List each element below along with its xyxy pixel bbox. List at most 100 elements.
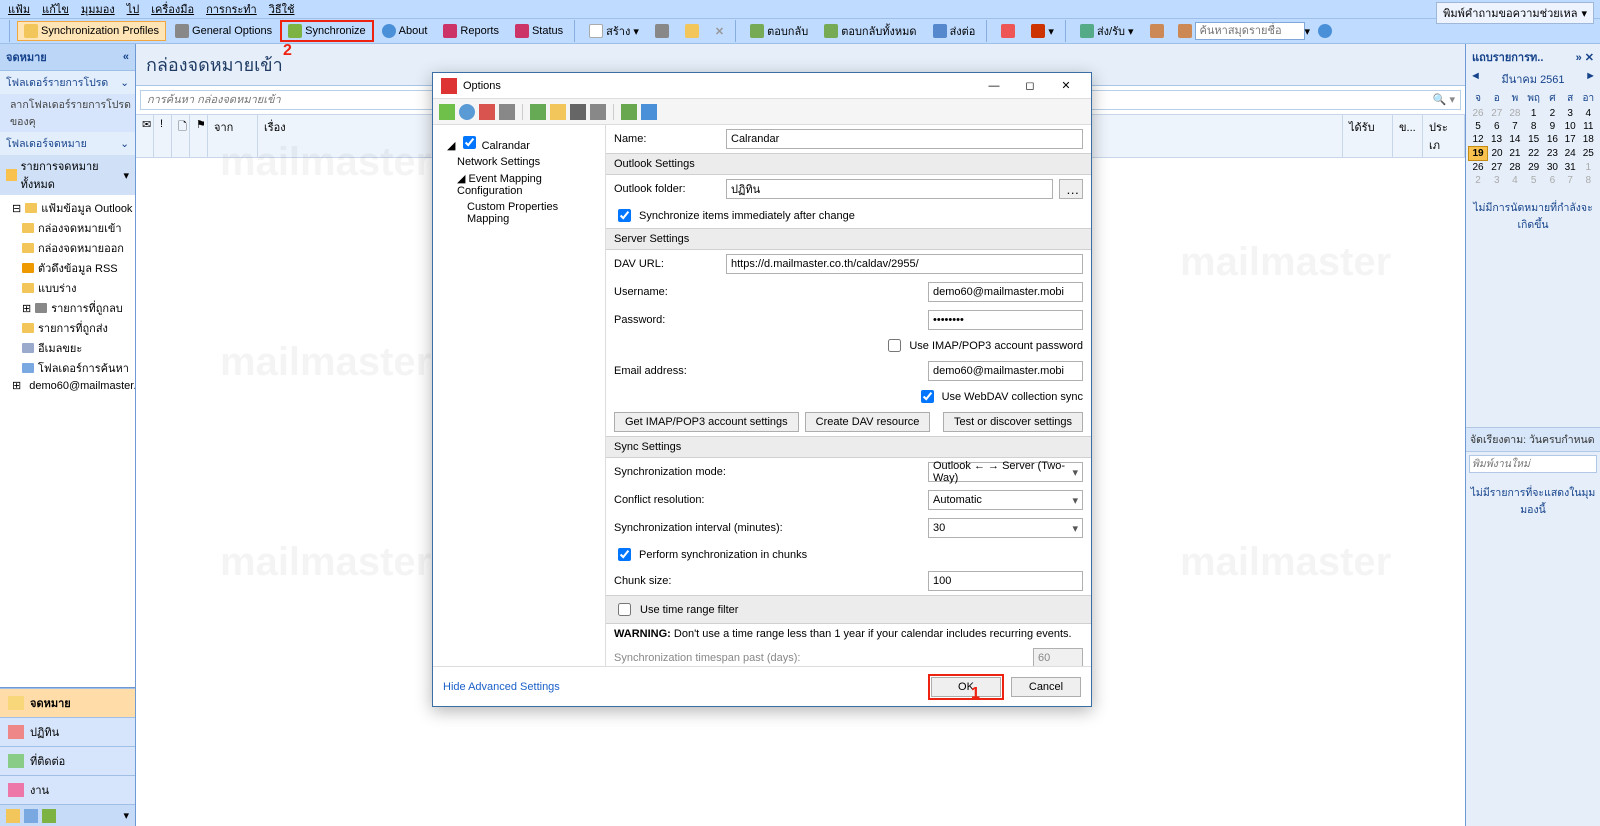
tree-search[interactable]: โฟลเดอร์การค้นหา <box>22 358 133 378</box>
new-task-input[interactable] <box>1469 455 1597 473</box>
tree-inbox[interactable]: กล่องจดหมายเข้า <box>22 218 133 238</box>
username-input[interactable] <box>928 282 1083 302</box>
col-importance[interactable]: ! <box>154 115 172 157</box>
reply-button[interactable]: ตอบกลับ <box>743 19 815 43</box>
forward-button[interactable]: ส่งต่อ <box>926 19 983 43</box>
use-webdav-check[interactable] <box>921 390 934 403</box>
import-icon[interactable] <box>641 104 657 120</box>
window-maximize[interactable]: ◻ <box>1013 76 1047 96</box>
search-icon[interactable]: 🔍 ▾ <box>1433 93 1455 106</box>
help-search-box[interactable]: พิมพ์คำถามขอความช่วยเหล▾ <box>1436 2 1594 24</box>
menu-edit[interactable]: แก้ไข <box>42 0 69 18</box>
menu-go[interactable]: ไป <box>127 0 140 18</box>
col-received[interactable]: ได้รับ <box>1343 115 1393 157</box>
window-minimize[interactable]: — <box>977 76 1011 96</box>
reports-button[interactable]: Reports <box>436 21 506 41</box>
reply-all-button[interactable]: ตอบกลับทั้งหมด <box>817 19 923 43</box>
menu-view[interactable]: มุมมอง <box>81 0 115 18</box>
tree-deleted[interactable]: ⊞ รายการที่ถูกลบ <box>22 298 133 318</box>
nav-tasks[interactable]: งาน <box>0 775 135 804</box>
add-profile-icon[interactable] <box>439 104 455 120</box>
search-button[interactable] <box>1143 21 1171 41</box>
sync-profiles-button[interactable]: Synchronization Profiles <box>17 21 166 41</box>
tree-rss[interactable]: ตัวดึงข้อมูล RSS <box>22 258 133 278</box>
delete-button[interactable]: ✕ <box>708 22 731 41</box>
test-discover-button[interactable]: Test or discover settings <box>943 412 1083 432</box>
categorize-button[interactable] <box>994 21 1022 41</box>
conflict-select[interactable]: Automatic▾ <box>928 490 1083 510</box>
about-button[interactable]: About <box>375 21 435 41</box>
col-from[interactable]: จาก <box>208 115 258 157</box>
tree-sent[interactable]: รายการที่ถูกส่ง <box>22 318 133 338</box>
tree-outlook-data[interactable]: ⊟ แฟ้มข้อมูล Outlook <box>12 198 133 218</box>
create-dav-button[interactable]: Create DAV resource <box>805 412 931 432</box>
mini-calendar[interactable]: จอพพฤศสอา2627281234567891011121314151617… <box>1466 88 1600 189</box>
print-button[interactable] <box>648 21 676 41</box>
nav-calendar[interactable]: ปฏิทิน <box>0 717 135 746</box>
col-size[interactable]: ข... <box>1393 115 1423 157</box>
collapse-icon[interactable]: « <box>123 51 129 63</box>
todo-close[interactable]: ✕ <box>1585 52 1594 64</box>
tree-outbox[interactable]: กล่องจดหมายออก <box>22 238 133 258</box>
task-sort-header[interactable]: จัดเรียงตาม: วันครบกำหนด <box>1466 427 1600 452</box>
export-icon[interactable] <box>621 104 637 120</box>
menu-help[interactable]: วิธีใช้ <box>269 0 295 18</box>
help-button[interactable] <box>1311 21 1339 41</box>
shortcuts-icon[interactable] <box>42 809 56 823</box>
window-close[interactable]: ✕ <box>1049 76 1083 96</box>
add-multi-icon[interactable] <box>459 104 475 120</box>
sync-mode-select[interactable]: Outlook ← → Server (Two-Way)▾ <box>928 462 1083 482</box>
profile-checkbox[interactable] <box>463 136 476 149</box>
cal-prev[interactable]: ◄ <box>1470 70 1481 88</box>
browse-folder-button[interactable]: … <box>1059 179 1083 199</box>
new-button[interactable]: สร้าง ▾ <box>582 19 646 43</box>
synchronize-button[interactable]: Synchronize <box>281 21 373 41</box>
move-button[interactable] <box>678 21 706 41</box>
dav-url-input[interactable] <box>726 254 1083 274</box>
outlook-folder-input[interactable] <box>726 179 1053 199</box>
menu-tools[interactable]: เครื่องมือ <box>151 0 194 18</box>
open-folder-icon[interactable] <box>550 104 566 120</box>
general-options-button[interactable]: General Options <box>168 21 279 41</box>
tree-mapping[interactable]: ◢ Event Mapping Configuration <box>457 170 601 199</box>
tree-drafts[interactable]: แบบร่าง <box>22 278 133 298</box>
col-category[interactable]: ประเภ <box>1423 115 1465 157</box>
col-flag[interactable]: ⚑ <box>190 115 208 157</box>
tree-junk[interactable]: อีเมลขยะ <box>22 338 133 358</box>
nav-overflow[interactable]: ▾ <box>123 809 129 822</box>
tree-custom[interactable]: Custom Properties Mapping <box>467 199 601 227</box>
password-input[interactable] <box>928 310 1083 330</box>
todo-collapse[interactable]: » <box>1576 52 1582 64</box>
use-imap-check[interactable] <box>888 339 901 352</box>
name-input[interactable] <box>726 129 1083 149</box>
nav-contacts[interactable]: ที่ติดต่อ <box>0 746 135 775</box>
nav-mail[interactable]: จดหมาย <box>0 688 135 717</box>
folder-list-icon[interactable] <box>24 809 38 823</box>
use-range-check[interactable] <box>618 603 631 616</box>
sync-immediate-check[interactable] <box>618 209 631 222</box>
copy-icon[interactable] <box>499 104 515 120</box>
menu-file[interactable]: แฟ้ม <box>8 0 30 18</box>
cache-icon[interactable] <box>570 104 586 120</box>
send-receive-button[interactable]: ส่ง/รับ ▾ <box>1073 19 1141 43</box>
ok-button[interactable]: OK <box>931 677 1001 697</box>
tree-network[interactable]: Network Settings <box>457 154 601 170</box>
menu-actions[interactable]: การกระทำ <box>206 0 257 18</box>
col-attach[interactable]: 🗋 <box>172 115 190 157</box>
interval-select[interactable]: 30▾ <box>928 518 1083 538</box>
all-mail-items[interactable]: รายการจดหมายทั้งหมด ▾ <box>0 155 135 195</box>
up-icon[interactable] <box>530 104 546 120</box>
log-icon[interactable] <box>590 104 606 120</box>
status-button[interactable]: Status <box>508 21 570 41</box>
email-input[interactable] <box>928 361 1083 381</box>
chunk-size-input[interactable] <box>928 571 1083 591</box>
cancel-button[interactable]: Cancel <box>1011 677 1081 697</box>
mail-folders-header[interactable]: โฟลเดอร์จดหมาย⌄ <box>0 132 135 155</box>
chunks-check[interactable] <box>618 548 631 561</box>
address-book-search[interactable]: ▾ <box>1178 22 1311 40</box>
favorite-folders-header[interactable]: โฟลเดอร์รายการโปรด⌄ <box>0 71 135 94</box>
hide-advanced-link[interactable]: Hide Advanced Settings <box>443 681 560 693</box>
flag-button[interactable]: ▾ <box>1024 21 1061 41</box>
notes-icon[interactable] <box>6 809 20 823</box>
cal-next[interactable]: ► <box>1585 70 1596 88</box>
